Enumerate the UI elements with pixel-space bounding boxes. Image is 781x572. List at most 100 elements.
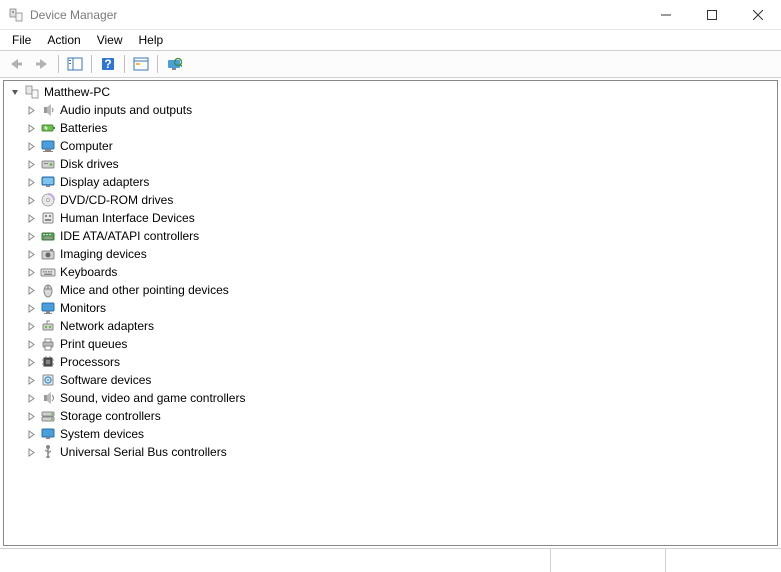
tree-node[interactable]: Batteries (4, 119, 777, 137)
status-main (0, 549, 551, 572)
window-controls (643, 0, 781, 30)
ide-icon (40, 228, 56, 244)
forward-button[interactable] (30, 53, 54, 75)
tree-node[interactable]: System devices (4, 425, 777, 443)
expander-icon[interactable] (24, 301, 38, 315)
disk-icon (40, 156, 56, 172)
expander-icon[interactable] (24, 373, 38, 387)
expander-icon[interactable] (24, 121, 38, 135)
maximize-button[interactable] (689, 0, 735, 30)
toolbar-separator (58, 55, 59, 73)
app-icon (8, 7, 24, 23)
close-button[interactable] (735, 0, 781, 30)
expander-icon[interactable] (24, 139, 38, 153)
tree-node[interactable]: Universal Serial Bus controllers (4, 443, 777, 461)
back-button[interactable] (4, 53, 28, 75)
title-bar: Device Manager (0, 0, 781, 30)
tree-node[interactable]: Audio inputs and outputs (4, 101, 777, 119)
status-cell-1 (551, 549, 666, 572)
expander-icon[interactable] (24, 103, 38, 117)
tree-node[interactable]: Processors (4, 353, 777, 371)
monitor-icon (40, 300, 56, 316)
show-hide-tree-button[interactable] (63, 53, 87, 75)
tree-node[interactable]: Sound, video and game controllers (4, 389, 777, 407)
cd-icon (40, 192, 56, 208)
tree-node[interactable]: IDE ATA/ATAPI controllers (4, 227, 777, 245)
tree-node-label: Universal Serial Bus controllers (60, 445, 227, 459)
tree-node-label: System devices (60, 427, 144, 441)
tree-node-label: Imaging devices (60, 247, 147, 261)
tree-node-label: Keyboards (60, 265, 117, 279)
expander-icon[interactable] (24, 409, 38, 423)
expander-icon[interactable] (24, 445, 38, 459)
tree-node[interactable]: Disk drives (4, 155, 777, 173)
properties-button[interactable] (129, 53, 153, 75)
expander-icon[interactable] (24, 355, 38, 369)
sound-icon (40, 390, 56, 406)
help-button[interactable]: ? (96, 53, 120, 75)
tree-node[interactable]: Keyboards (4, 263, 777, 281)
tree-node-label: Mice and other pointing devices (60, 283, 229, 297)
expander-icon[interactable] (8, 85, 22, 99)
toolbar: ? (0, 50, 781, 78)
expander-icon[interactable] (24, 319, 38, 333)
svg-text:?: ? (104, 57, 111, 71)
tree-node[interactable]: Imaging devices (4, 245, 777, 263)
software-icon (40, 372, 56, 388)
menu-help[interactable]: Help (131, 31, 172, 49)
tree-node-label: Sound, video and game controllers (60, 391, 245, 405)
speaker-icon (40, 102, 56, 118)
tree-node-label: IDE ATA/ATAPI controllers (60, 229, 199, 243)
expander-icon[interactable] (24, 211, 38, 225)
expander-icon[interactable] (24, 229, 38, 243)
expander-icon[interactable] (24, 337, 38, 351)
tree-node[interactable]: DVD/CD-ROM drives (4, 191, 777, 209)
printer-icon (40, 336, 56, 352)
menu-view[interactable]: View (89, 31, 131, 49)
window-title: Device Manager (30, 8, 643, 22)
menu-action[interactable]: Action (39, 31, 88, 49)
display-icon (40, 174, 56, 190)
cpu-icon (40, 354, 56, 370)
tree-node-label: Batteries (60, 121, 107, 135)
tree-node[interactable]: Network adapters (4, 317, 777, 335)
hid-icon (40, 210, 56, 226)
tree-node-label: Network adapters (60, 319, 154, 333)
device-tree[interactable]: Matthew-PC Audio inputs and outputs Batte… (3, 80, 778, 546)
tree-node[interactable]: Display adapters (4, 173, 777, 191)
tree-root-node[interactable]: Matthew-PC (4, 83, 777, 101)
keyboard-icon (40, 264, 56, 280)
toolbar-separator (157, 55, 158, 73)
expander-icon[interactable] (24, 157, 38, 171)
status-bar (0, 548, 781, 572)
expander-icon[interactable] (24, 427, 38, 441)
tree-node-label: Processors (60, 355, 120, 369)
battery-icon (40, 120, 56, 136)
tree-node-label: Storage controllers (60, 409, 161, 423)
usb-icon (40, 444, 56, 460)
scan-hardware-button[interactable] (162, 53, 186, 75)
minimize-button[interactable] (643, 0, 689, 30)
storage-icon (40, 408, 56, 424)
expander-icon[interactable] (24, 283, 38, 297)
expander-icon[interactable] (24, 175, 38, 189)
expander-icon[interactable] (24, 265, 38, 279)
menu-file[interactable]: File (4, 31, 39, 49)
system-icon (40, 426, 56, 442)
tree-node[interactable]: Monitors (4, 299, 777, 317)
tree-node-label: Computer (60, 139, 113, 153)
tree-node[interactable]: Storage controllers (4, 407, 777, 425)
tree-node[interactable]: Computer (4, 137, 777, 155)
tree-node-label: DVD/CD-ROM drives (60, 193, 173, 207)
tree-node[interactable]: Human Interface Devices (4, 209, 777, 227)
tree-node[interactable]: Mice and other pointing devices (4, 281, 777, 299)
computer-root-icon (24, 84, 40, 100)
expander-icon[interactable] (24, 391, 38, 405)
expander-icon[interactable] (24, 247, 38, 261)
tree-node[interactable]: Software devices (4, 371, 777, 389)
expander-icon[interactable] (24, 193, 38, 207)
toolbar-separator (124, 55, 125, 73)
tree-node[interactable]: Print queues (4, 335, 777, 353)
computer-icon (40, 138, 56, 154)
mouse-icon (40, 282, 56, 298)
